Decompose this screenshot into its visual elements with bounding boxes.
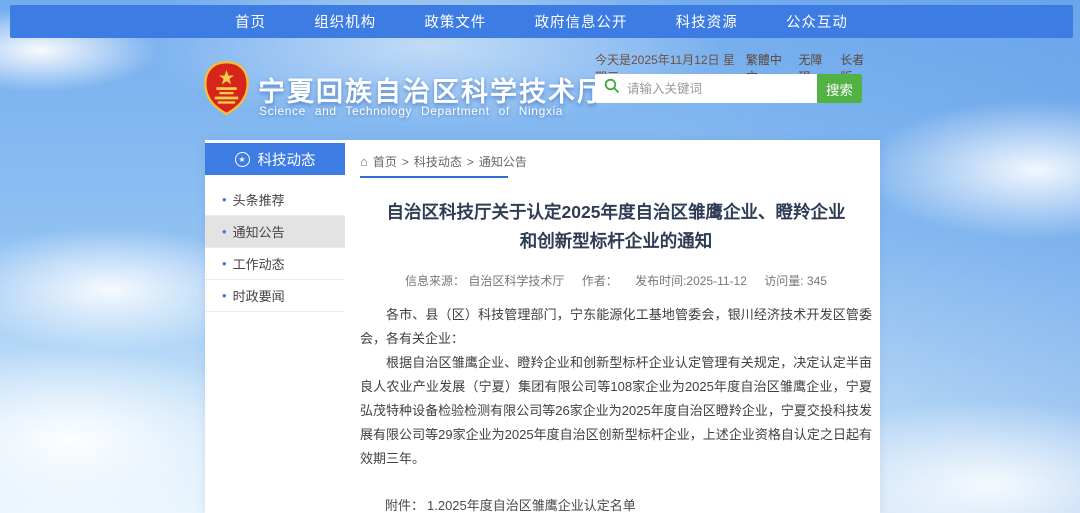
attachments-label: 附件： bbox=[385, 495, 427, 513]
attachments-block: 附件： 1.2025年度自治区雏鹰企业认定名单 2.2025年度自治区瞪羚企业认… bbox=[385, 495, 872, 513]
meta-author: 作者： bbox=[582, 274, 618, 288]
meta-publish-time: 发布时间:2025-11-12 bbox=[635, 274, 747, 288]
nav-item-home[interactable]: 首页 bbox=[235, 11, 266, 32]
breadcrumb-home[interactable]: 首页 bbox=[373, 153, 397, 170]
sidebar-item-current-politics[interactable]: • 时政要闻 bbox=[205, 280, 345, 312]
breadcrumb-accent-line bbox=[360, 176, 508, 178]
site-subtitle: Science and Technology Department of Nin… bbox=[259, 104, 563, 118]
bullet-icon: • bbox=[222, 288, 227, 303]
sidebar-header-sci-tech-news[interactable]: ★ 科技动态 bbox=[205, 143, 345, 175]
breadcrumb-separator: > bbox=[467, 155, 474, 169]
sidebar-item-label: 时政要闻 bbox=[233, 286, 285, 305]
sidebar-item-notices[interactable]: • 通知公告 bbox=[205, 216, 345, 248]
nav-item-organization[interactable]: 组织机构 bbox=[314, 11, 376, 32]
article-paragraph: 各市、县（区）科技管理部门，宁东能源化工基地管委会，银川经济技术开发区管委会，各… bbox=[360, 303, 872, 351]
article-title-line2: 和创新型标杆企业的通知 bbox=[360, 227, 872, 256]
article-body: 各市、县（区）科技管理部门，宁东能源化工基地管委会，银川经济技术开发区管委会，各… bbox=[360, 303, 872, 471]
bullet-icon: • bbox=[222, 256, 227, 271]
sidebar-item-work-trends[interactable]: • 工作动态 bbox=[205, 248, 345, 280]
breadcrumb-separator: > bbox=[402, 155, 409, 169]
sidebar: ★ 科技动态 • 头条推荐 • 通知公告 • 工作动态 • 时政要闻 bbox=[205, 143, 345, 312]
search-button[interactable]: 搜索 bbox=[817, 74, 862, 103]
sidebar-item-label: 通知公告 bbox=[233, 222, 285, 241]
attachment-link-eagle-list[interactable]: 1.2025年度自治区雏鹰企业认定名单 bbox=[427, 495, 636, 513]
nav-item-policy[interactable]: 政策文件 bbox=[424, 11, 486, 32]
bullet-icon: • bbox=[222, 192, 227, 207]
nav-item-public-interaction[interactable]: 公众互动 bbox=[786, 11, 848, 32]
bullet-icon: • bbox=[222, 224, 227, 239]
national-emblem-logo[interactable] bbox=[203, 60, 250, 116]
sidebar-item-headlines[interactable]: • 头条推荐 bbox=[205, 184, 345, 216]
meta-views: 访问量: 345 bbox=[764, 274, 827, 288]
search-icon bbox=[604, 78, 620, 99]
sidebar-title: 科技动态 bbox=[258, 149, 316, 170]
attachment-row: 附件： 1.2025年度自治区雏鹰企业认定名单 bbox=[385, 495, 872, 513]
breadcrumb: ⌂ 首页 > 科技动态 > 通知公告 bbox=[360, 153, 872, 170]
search-input[interactable] bbox=[627, 82, 817, 96]
article-title: 自治区科技厅关于认定2025年度自治区雏鹰企业、瞪羚企业 和创新型标杆企业的通知 bbox=[360, 198, 872, 256]
breadcrumb-sci-tech-news[interactable]: 科技动态 bbox=[414, 153, 462, 170]
article-meta: 信息来源： 自治区科学技术厅 作者： 发布时间:2025-11-12 访问量: … bbox=[360, 272, 872, 289]
top-nav-bar: 首页 组织机构 政策文件 政府信息公开 科技资源 公众互动 bbox=[10, 5, 1073, 38]
article-paragraph: 根据自治区雏鹰企业、瞪羚企业和创新型标杆企业认定管理有关规定，决定认定半亩良人农… bbox=[360, 351, 872, 471]
main-content: ⌂ 首页 > 科技动态 > 通知公告 自治区科技厅关于认定2025年度自治区雏鹰… bbox=[360, 140, 872, 513]
article-title-line1: 自治区科技厅关于认定2025年度自治区雏鹰企业、瞪羚企业 bbox=[360, 198, 872, 227]
sidebar-item-label: 头条推荐 bbox=[233, 190, 285, 209]
sidebar-menu: • 头条推荐 • 通知公告 • 工作动态 • 时政要闻 bbox=[205, 175, 345, 312]
sidebar-item-label: 工作动态 bbox=[233, 254, 285, 273]
circled-star-icon: ★ bbox=[235, 152, 250, 167]
nav-item-sci-resources[interactable]: 科技资源 bbox=[676, 11, 738, 32]
nav-item-gov-info[interactable]: 政府信息公开 bbox=[535, 11, 628, 32]
search-bar: 搜索 bbox=[595, 74, 862, 103]
content-panel: ★ 科技动态 • 头条推荐 • 通知公告 • 工作动态 • 时政要闻 ⌂ bbox=[205, 140, 880, 513]
nav-items: 首页 组织机构 政策文件 政府信息公开 科技资源 公众互动 bbox=[235, 5, 848, 38]
meta-source: 信息来源： 自治区科学技术厅 bbox=[405, 274, 564, 288]
breadcrumb-notices[interactable]: 通知公告 bbox=[479, 153, 527, 170]
search-box bbox=[595, 74, 817, 103]
home-icon: ⌂ bbox=[360, 154, 368, 169]
